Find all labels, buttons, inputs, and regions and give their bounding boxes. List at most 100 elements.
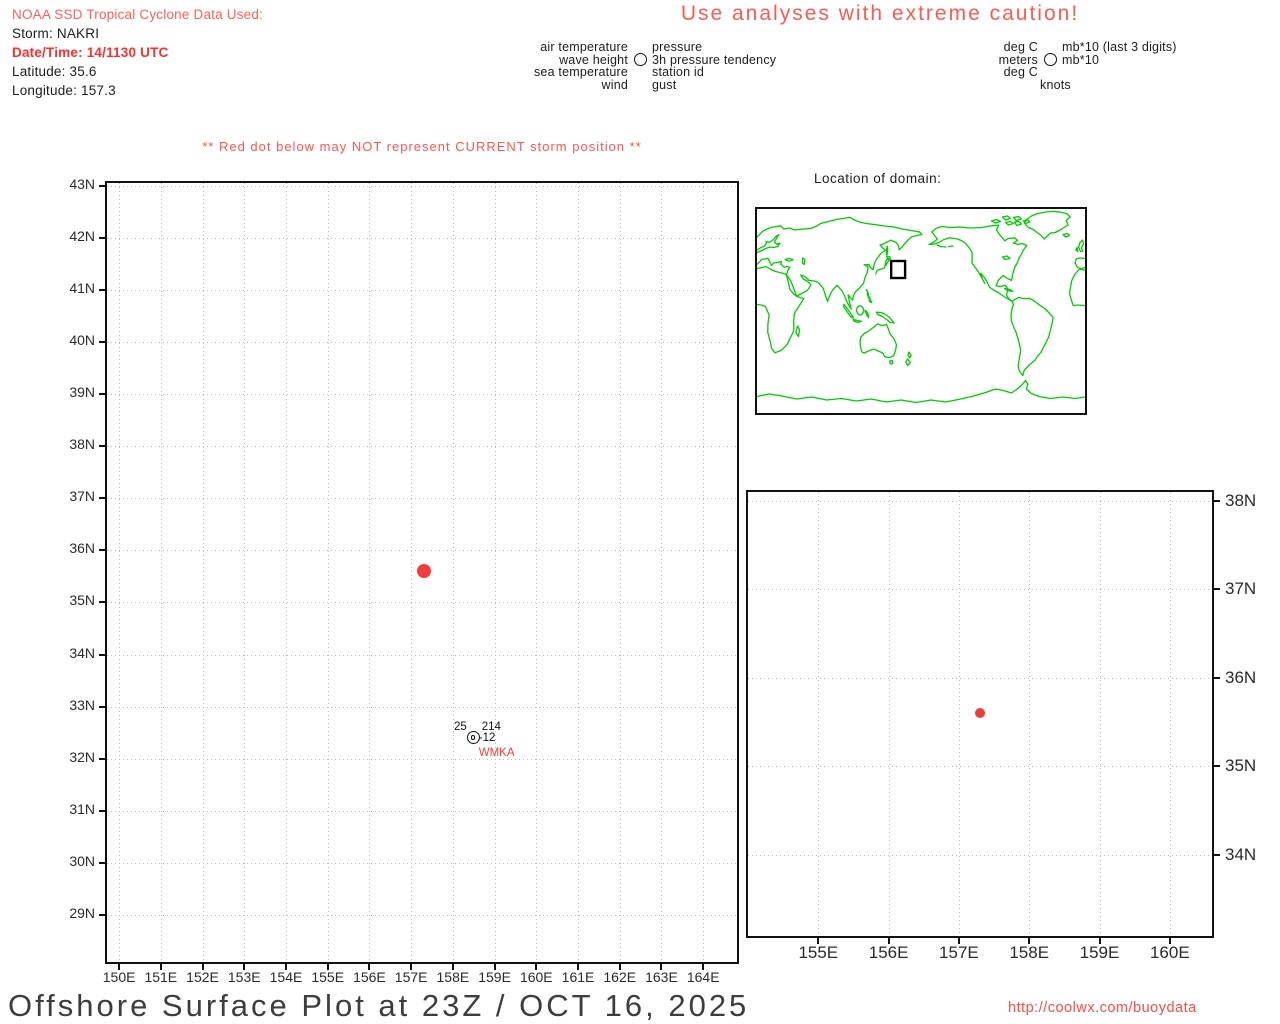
station-circle-icon	[633, 53, 647, 67]
x-tick-label-158E: 158E	[1009, 943, 1050, 962]
y-tick-label-35N: 35N	[1225, 756, 1257, 776]
offshore-surface-plot-page: NOAA SSD Tropical Cyclone Data Used: Sto…	[0, 0, 1280, 1024]
tick-34N	[99, 653, 107, 656]
y-tick-label-33N: 33N	[69, 696, 95, 713]
tick-41N	[99, 288, 107, 291]
domain-box	[889, 259, 907, 280]
tick-36N	[99, 549, 107, 552]
coastline-baltic	[757, 233, 781, 254]
coastline-hokkaido	[886, 255, 892, 261]
tick-34N	[1212, 853, 1220, 856]
legend-station-row-2: sea temperature station id	[516, 66, 776, 79]
legend-right-label: pressure	[652, 40, 703, 54]
y-tick-label-37N: 37N	[69, 488, 95, 505]
y-tick-label-34N: 34N	[1225, 844, 1257, 864]
gridline-150E	[119, 183, 121, 962]
y-tick-label-31N: 31N	[69, 800, 95, 817]
gridline-36N	[748, 677, 1212, 679]
gridline-30N	[107, 862, 737, 864]
coastline-sakhalin	[885, 245, 889, 257]
tick-37N	[1212, 588, 1220, 591]
legend-units-row-2: deg C	[988, 66, 1177, 79]
coastline-philippines	[865, 288, 873, 304]
station-circle-icon	[1043, 53, 1057, 67]
legend-right-label: knots	[1040, 77, 1071, 92]
sea-black	[784, 257, 794, 262]
coastline-antarctica	[757, 379, 1085, 404]
station-model-legend: air temperature pressure wave height 3h pre…	[516, 41, 776, 91]
legend-left-label: sea temperature	[533, 65, 628, 79]
gridline-37N	[748, 589, 1212, 591]
gridline-29N	[107, 915, 737, 917]
gridline-159E	[494, 183, 496, 962]
y-tick-label-39N: 39N	[69, 384, 95, 401]
storm-position-dot	[416, 564, 431, 579]
coastline-japan	[875, 257, 891, 275]
coastline-iceland	[1062, 232, 1071, 238]
gridline-154E	[285, 183, 287, 962]
gridline-34N	[748, 854, 1212, 856]
gridline-38N	[748, 500, 1212, 502]
x-tick-label-157E: 157E	[939, 943, 979, 962]
y-tick-label-41N: 41N	[69, 279, 95, 296]
gridline-36N	[107, 550, 737, 552]
gridline-40N	[107, 341, 737, 343]
storm-longitude-line: Longitude: 157.3	[12, 83, 116, 98]
tick-35N	[1212, 765, 1220, 768]
legend-units-row-0: deg C mb*10 (last 3 digits)	[988, 41, 1177, 54]
gridline-35N	[107, 602, 737, 604]
legend-station-row-0: air temperature pressure	[516, 41, 776, 54]
storm-info-block: NOAA SSD Tropical Cyclone Data Used: Sto…	[12, 5, 263, 100]
data-source-line: NOAA SSD Tropical Cyclone Data Used:	[12, 7, 264, 22]
tick-32N	[99, 757, 107, 760]
tick-31N	[99, 809, 107, 812]
main-plot: 150E 151E 152E 153E 154E 155E 156E 157E 158E 159E…	[69, 176, 739, 985]
tick-36N	[1212, 676, 1220, 679]
domain-inset-title: Location of domain:	[814, 171, 942, 186]
x-tick-label-164E: 164E	[686, 969, 720, 985]
coastline-eurasia	[757, 216, 923, 310]
coastline-africa	[757, 265, 805, 354]
gridline-42N	[107, 237, 737, 239]
legend-right-label: station id	[652, 65, 705, 79]
x-tick-label-160E: 160E	[1149, 943, 1190, 962]
legend-right-label: mb*10	[1062, 52, 1100, 67]
y-tick-label-30N: 30N	[69, 852, 95, 869]
x-tick-label-156E: 156E	[868, 943, 909, 962]
station-units-legend: deg Cmb*10 (last 3 digits) meters mb*10 deg…	[988, 41, 1177, 91]
gridline-35N	[748, 766, 1212, 768]
x-tick-label-159E: 159E	[1079, 943, 1120, 962]
gridline-43N	[107, 185, 737, 187]
gridline-158E	[1029, 492, 1031, 936]
tick-30N	[99, 861, 107, 864]
coastline-new-guinea	[875, 311, 895, 324]
legend-left-label: wind	[601, 77, 628, 92]
source-url-link[interactable]: http://coolwx.com/buoydata	[1008, 1000, 1197, 1016]
lakes-great	[1001, 255, 1011, 261]
coastline-ireland	[1075, 246, 1079, 253]
gridline-156E	[369, 183, 371, 962]
coastline-borneo	[855, 304, 865, 316]
gridline-31N	[107, 810, 737, 812]
y-tick-label-38N: 38N	[69, 436, 95, 453]
x-tick-label-155E: 155E	[798, 943, 839, 962]
coastline-arctic-islands	[990, 215, 1031, 227]
legend-circle-cell	[1038, 53, 1062, 67]
coastline-britain	[1077, 239, 1085, 253]
gridline-152E	[202, 183, 204, 962]
storm-datetime-line: Date/Time: 14/1130 UTC	[12, 45, 169, 60]
gridline-162E	[619, 183, 621, 962]
gridline-38N	[107, 446, 737, 448]
lake-caspian	[801, 257, 806, 266]
coastline-cuba	[1003, 287, 1014, 293]
y-tick-label-32N: 32N	[69, 748, 95, 765]
y-tick-label-36N: 36N	[69, 540, 95, 557]
gridline-164E	[703, 183, 705, 962]
coastline-tasmania	[889, 359, 894, 365]
gridline-39N	[107, 394, 737, 396]
tick-29N	[99, 914, 107, 917]
legend-right-label: gust	[652, 77, 677, 92]
gridline-153E	[244, 183, 246, 962]
y-tick-label-36N: 36N	[1225, 667, 1257, 687]
y-tick-label-40N: 40N	[69, 331, 95, 348]
